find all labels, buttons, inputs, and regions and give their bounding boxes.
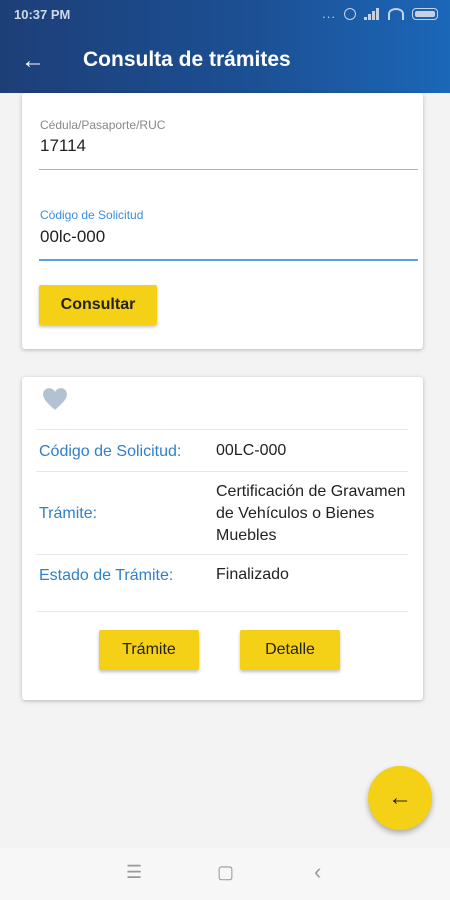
tramite-button[interactable]: Trámite: [99, 630, 199, 670]
estado-row-value: Finalizado: [216, 566, 289, 583]
row-divider: [36, 554, 408, 555]
system-nav-bar: ☰ ▢ ‹: [0, 848, 450, 900]
status-icons: ...: [322, 6, 438, 21]
row-divider: [36, 471, 408, 472]
nav-back-icon[interactable]: ‹: [314, 859, 321, 885]
status-time: 10:37 PM: [14, 7, 71, 22]
id-field[interactable]: 17114: [40, 136, 86, 156]
wifi-icon: [388, 7, 404, 20]
menu-icon[interactable]: ☰: [126, 862, 142, 883]
back-arrow-icon[interactable]: ←: [18, 46, 48, 76]
code-row-label: Código de Solicitud:: [39, 443, 182, 460]
result-card: Código de Solicitud: 00LC-000 Trámite: C…: [22, 377, 423, 700]
notification-dots-icon: ...: [322, 6, 336, 21]
code-field[interactable]: 00lc-000: [40, 227, 105, 247]
tramite-row-value: Certificación de Gravamen de Vehículos o…: [216, 483, 406, 544]
code-field-underline: [39, 259, 418, 261]
row-divider: [36, 611, 408, 612]
page-title: Consulta de trámites: [83, 48, 291, 71]
battery-icon: [412, 7, 438, 20]
id-field-label: Cédula/Pasaporte/RUC: [40, 118, 166, 132]
tramite-row-label: Trámite:: [39, 505, 98, 522]
row-divider: [36, 429, 408, 430]
back-arrow-icon: ←: [388, 784, 412, 811]
home-icon[interactable]: ▢: [217, 862, 234, 883]
code-field-label: Código de Solicitud: [40, 208, 144, 222]
code-row-value: 00LC-000: [216, 442, 287, 459]
consultar-button[interactable]: Consultar: [39, 285, 157, 325]
status-bar: 10:37 PM ...: [0, 0, 450, 30]
alarm-icon: [344, 7, 356, 20]
estado-row-label: Estado de Trámite:: [39, 567, 174, 584]
signal-icon: [364, 7, 380, 20]
heart-icon[interactable]: [42, 387, 68, 411]
detalle-button[interactable]: Detalle: [240, 630, 340, 670]
search-form-card: Cédula/Pasaporte/RUC 17114 Código de Sol…: [22, 93, 423, 349]
fab-back-button[interactable]: ←: [368, 766, 432, 830]
id-field-underline: [39, 169, 418, 170]
app-header: 10:37 PM ... ← Consulta de trámites: [0, 0, 450, 93]
